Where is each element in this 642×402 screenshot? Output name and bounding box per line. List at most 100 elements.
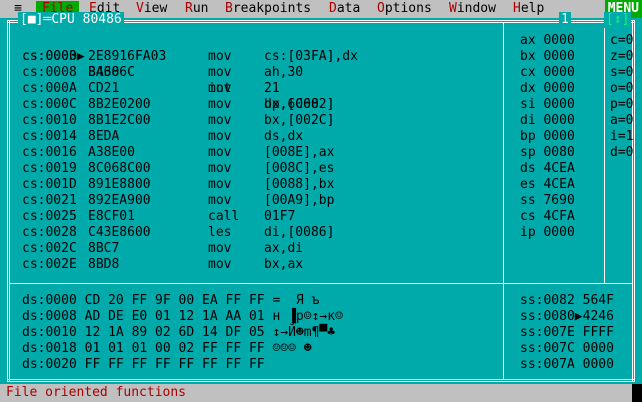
code-bytes: C43E8600 bbox=[88, 225, 151, 240]
register-ax[interactable]: ax 0000 bbox=[520, 33, 575, 49]
code-bytes: 8C068C00 bbox=[88, 161, 151, 176]
code-mnemonic: mov bbox=[208, 161, 232, 176]
code-line[interactable]: cs:0000▶ BA686C mov dx,6C68 bbox=[22, 33, 319, 112]
menu-breakpoints[interactable]: Breakpoints bbox=[225, 1, 311, 17]
flags-divider[interactable] bbox=[604, 22, 605, 284]
stack-row[interactable]: ss:007C 0000 bbox=[520, 341, 614, 357]
register-cx[interactable]: cx 0000 bbox=[520, 65, 575, 81]
code-mnemonic: mov bbox=[208, 129, 232, 144]
code-operands: ax,di bbox=[264, 241, 304, 256]
menu-view[interactable]: View bbox=[136, 1, 167, 17]
register-sp[interactable]: sp 0080 bbox=[520, 145, 575, 161]
register-dx[interactable]: dx 0000 bbox=[520, 81, 575, 97]
menu-hotkey: W bbox=[449, 1, 457, 16]
code-mnemonic: mov bbox=[208, 193, 232, 208]
flag-zero[interactable]: z=0 bbox=[610, 49, 633, 65]
menu-help[interactable]: Help bbox=[513, 1, 544, 17]
code-operands: di,[0086] bbox=[264, 225, 335, 240]
window-title-bar[interactable]: [■]═CPU 80486 bbox=[18, 12, 124, 28]
code-bytes: 8BD8 bbox=[88, 257, 120, 272]
menu-label: iew bbox=[143, 1, 168, 16]
register-ds[interactable]: ds 4CEA bbox=[520, 161, 575, 177]
dump-row[interactable]: ds:0018 01 01 01 00 02 FF FF FF ☺☺☺ ☻ bbox=[22, 341, 312, 357]
close-box-icon[interactable]: [■] bbox=[20, 12, 43, 27]
code-address: cs:002C bbox=[22, 241, 77, 256]
code-bytes: 8B1E2C00 bbox=[88, 113, 151, 128]
code-mnemonic: mov bbox=[208, 257, 232, 272]
code-address: cs:0016 bbox=[22, 145, 77, 160]
register-cs[interactable]: cs 4CFA bbox=[520, 209, 575, 225]
code-mnemonic: mov bbox=[208, 145, 232, 160]
menu-hotkey: D bbox=[329, 1, 337, 16]
code-address: cs:0028 bbox=[22, 225, 77, 240]
code-operands: [0088],bx bbox=[264, 177, 335, 192]
window-bottom-border bbox=[7, 379, 635, 382]
pane-divider-horizontal[interactable] bbox=[10, 283, 632, 284]
code-mnemonic: mov bbox=[208, 49, 232, 64]
menu-label: ata bbox=[336, 1, 361, 16]
code-mnemonic: mov bbox=[208, 113, 232, 128]
flag-parity[interactable]: p=0 bbox=[610, 97, 633, 113]
code-operands: cs:[03FA],dx bbox=[264, 49, 358, 64]
register-ss[interactable]: ss 7690 bbox=[520, 193, 575, 209]
register-ip[interactable]: ip 0000 bbox=[520, 225, 575, 241]
dump-row[interactable]: ds:0020 FF FF FF FF FF FF FF FF bbox=[22, 357, 265, 373]
current-ip-marker: ▶ bbox=[76, 49, 85, 64]
dump-row[interactable]: ds:0000 CD 20 FF 9F 00 EA FF FF = Я ъ bbox=[22, 293, 319, 309]
code-operands: [008E],ax bbox=[264, 145, 335, 160]
code-address: cs:0014 bbox=[22, 129, 77, 144]
dump-row[interactable]: ds:0008 AD DE E0 01 12 1A AA 01 н ▐p☺↕→к… bbox=[22, 309, 343, 325]
flag-carry[interactable]: c=0 bbox=[610, 33, 633, 49]
code-address: cs:0019 bbox=[22, 161, 77, 176]
code-mnemonic: mov bbox=[208, 177, 232, 192]
code-address: cs:001D bbox=[22, 177, 77, 192]
menu-hotkey: H bbox=[513, 1, 521, 16]
code-bytes: CD21 bbox=[88, 81, 120, 96]
menu-window[interactable]: Window bbox=[449, 1, 496, 17]
stack-row[interactable]: ss:007E FFFF bbox=[520, 325, 614, 341]
code-operands: 21 bbox=[264, 81, 280, 96]
menu-hotkey: O bbox=[377, 1, 385, 16]
status-bar-end bbox=[632, 384, 642, 402]
register-si[interactable]: si 0000 bbox=[520, 97, 575, 113]
menu-label: ptions bbox=[384, 1, 432, 16]
pane-divider-vertical[interactable] bbox=[503, 22, 504, 380]
code-operands: ah,30 bbox=[264, 65, 304, 80]
code-bytes: 891E8800 bbox=[88, 177, 151, 192]
menu-label: indow bbox=[456, 1, 496, 16]
code-address: cs:002E bbox=[22, 257, 77, 272]
flag-overflow[interactable]: o=0 bbox=[610, 81, 633, 97]
code-bytes: A38E00 bbox=[88, 145, 135, 160]
register-bp[interactable]: bp 0000 bbox=[520, 129, 575, 145]
code-bytes: E8CF01 bbox=[88, 209, 135, 224]
menu-options[interactable]: Options bbox=[377, 1, 432, 17]
code-operands: [008C],es bbox=[264, 161, 335, 176]
flag-interrupt[interactable]: i=1 bbox=[610, 129, 633, 145]
register-bx[interactable]: bx 0000 bbox=[520, 49, 575, 65]
code-bytes: 8B2E0200 bbox=[88, 97, 151, 112]
flag-direction[interactable]: d=0 bbox=[610, 145, 633, 161]
code-mnemonic: int bbox=[208, 81, 232, 96]
register-di[interactable]: di 0000 bbox=[520, 113, 575, 129]
stack-row[interactable]: ss:0082 564F bbox=[520, 293, 614, 309]
code-mnemonic: les bbox=[208, 225, 232, 240]
flag-sign[interactable]: s=0 bbox=[610, 65, 633, 81]
dump-row[interactable]: ds:0010 12 1A 89 02 6D 14 DF 05 ↕→Й☻m¶▀♣ bbox=[22, 325, 335, 341]
flag-auxiliary[interactable]: a=0 bbox=[610, 113, 633, 129]
stack-row[interactable]: ss:007A 0000 bbox=[520, 357, 614, 373]
code-operands: bp,[0002] bbox=[264, 97, 335, 112]
code-operands: 01F7 bbox=[264, 209, 296, 224]
menu-data[interactable]: Data bbox=[329, 1, 360, 17]
register-es[interactable]: es 4CEA bbox=[520, 177, 575, 193]
code-operands: ds,dx bbox=[264, 129, 304, 144]
menu-label: elp bbox=[520, 1, 545, 16]
code-mnemonic: mov bbox=[208, 65, 232, 80]
code-bytes: 892EA900 bbox=[88, 193, 151, 208]
zoom-icon[interactable]: [↕] bbox=[604, 12, 632, 28]
code-address: cs:0008 bbox=[22, 65, 77, 80]
stack-row[interactable]: ss:0080▶4246 bbox=[520, 309, 614, 325]
code-address: cs:0025 bbox=[22, 209, 77, 224]
menu-run[interactable]: Run bbox=[185, 1, 208, 17]
code-bytes: B430 bbox=[88, 65, 120, 80]
window-title: CPU 80486 bbox=[51, 12, 122, 27]
